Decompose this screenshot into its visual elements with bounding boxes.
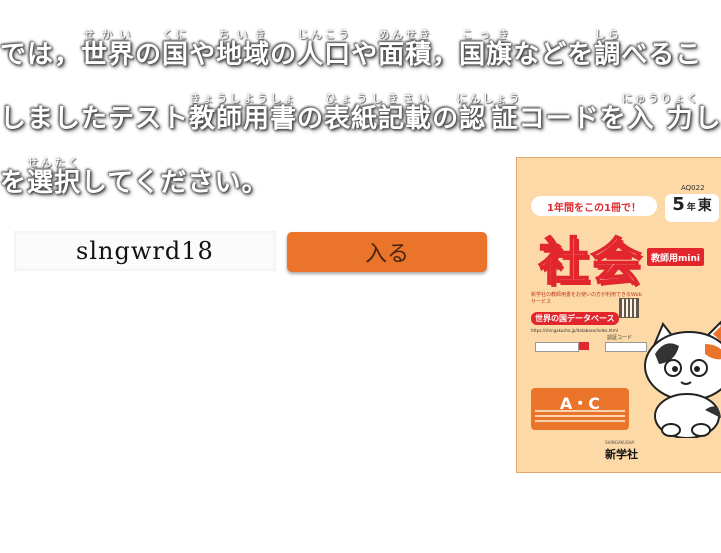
mini-input-icon bbox=[535, 342, 579, 352]
ruby-reading: めんせき bbox=[378, 28, 433, 41]
intro-text: の bbox=[135, 40, 163, 70]
ruby-reading: せかい bbox=[81, 28, 136, 41]
grade-unit: 年 bbox=[686, 203, 696, 213]
ruby-base: 選択 bbox=[27, 168, 82, 198]
intro-text: コードを bbox=[518, 104, 627, 134]
intro-text: や bbox=[351, 40, 379, 70]
publisher-sub-label: SHINGAKUSHA bbox=[605, 440, 635, 445]
url-text: https://shingakusha.jp/database/index.ht… bbox=[531, 328, 618, 333]
cover-banner: 1年間をこの1冊で！ bbox=[531, 196, 657, 216]
publisher-logo: 新学社 bbox=[605, 448, 638, 461]
ruby-word: 世界せかい bbox=[81, 28, 136, 70]
ruby-base: 国 bbox=[162, 40, 190, 70]
intro-line-3: を選択せんたくしてください。 bbox=[0, 156, 268, 199]
ruby-reading: にゅうりょく bbox=[621, 92, 700, 105]
grade-number: 5 bbox=[672, 194, 685, 215]
ruby-reading: じんこう bbox=[297, 28, 352, 41]
ruby-base: 面積 bbox=[378, 40, 433, 70]
intro-text: しましたテスト bbox=[0, 104, 190, 134]
ruby-word: 人口じんこう bbox=[297, 28, 352, 70]
ruby-reading: きょうしようしょ bbox=[189, 92, 298, 105]
intro-text: や bbox=[189, 40, 217, 70]
qr-code-icon bbox=[619, 298, 639, 318]
edition-label: 東 bbox=[697, 198, 712, 214]
subject-title: 社会 bbox=[538, 232, 643, 292]
database-name: 世界の国データベース bbox=[531, 312, 619, 325]
ruby-word: 入力にゅうりょく bbox=[622, 92, 699, 134]
ruby-reading: ひょうしきさい bbox=[324, 92, 433, 105]
ac-box: A・C bbox=[531, 388, 629, 430]
textbook-cover-image: AQ022 1年間をこの1冊で！ 5 年 東 社会 教師用mini 新学社の教師… bbox=[516, 157, 721, 473]
intro-text: してください。 bbox=[81, 168, 269, 198]
intro-line-2: しましたテスト教師用書きょうしようしょの表紙記載ひょうしきさいの認証にんしょうコ… bbox=[0, 92, 721, 135]
intro-text: を bbox=[0, 168, 28, 198]
enter-button[interactable]: 入る bbox=[287, 232, 487, 272]
ruby-base: 表紙記載 bbox=[324, 104, 433, 134]
ruby-base: 地域 bbox=[216, 40, 271, 70]
ruby-base: 調 bbox=[594, 40, 622, 70]
ruby-reading: ちいき bbox=[216, 28, 271, 41]
product-code: AQ022 bbox=[681, 184, 705, 192]
ruby-reading: せんたく bbox=[27, 156, 82, 169]
ruby-word: 表紙記載ひょうしきさい bbox=[324, 92, 433, 134]
ruby-base: 国旗 bbox=[459, 40, 514, 70]
ruby-word: 選択せんたく bbox=[27, 156, 82, 198]
ruby-base: 入力 bbox=[621, 104, 700, 134]
ruby-base: 世界 bbox=[81, 40, 136, 70]
intro-text: では， bbox=[0, 40, 82, 70]
auth-code-input[interactable] bbox=[14, 231, 276, 271]
ruby-word: 地域ちいき bbox=[216, 28, 271, 70]
teacher-edition-label: 教師用mini bbox=[647, 248, 704, 266]
ruby-word: 国くに bbox=[162, 28, 190, 70]
intro-text: の bbox=[270, 40, 298, 70]
ruby-word: 調しら bbox=[594, 28, 622, 70]
intro-text: し， bbox=[694, 104, 721, 134]
grade-badge: 5 年 東 bbox=[665, 194, 719, 222]
intro-text: などを bbox=[513, 40, 595, 70]
mini-button-icon bbox=[579, 342, 589, 350]
ac-text-lines bbox=[535, 410, 625, 425]
ruby-reading: にんしょう bbox=[456, 92, 522, 105]
ruby-reading: こっき bbox=[459, 28, 514, 41]
ruby-base: 教師用書 bbox=[189, 104, 298, 134]
intro-text: の bbox=[297, 104, 325, 134]
ruby-word: 認証にんしょう bbox=[456, 92, 522, 134]
ruby-reading: くに bbox=[162, 28, 190, 41]
ruby-reading: しら bbox=[594, 28, 622, 41]
intro-line-1: では，世界せかいの国くにや地域ちいきの人口じんこうや面積めんせき，国旗こっきなど… bbox=[0, 28, 702, 71]
ruby-base: 認証 bbox=[456, 104, 522, 134]
cat-mascot-icon bbox=[644, 320, 721, 438]
code-label: 認証コード bbox=[607, 335, 633, 341]
ruby-base: 人口 bbox=[297, 40, 352, 70]
ruby-word: 教師用書きょうしようしょ bbox=[189, 92, 298, 134]
cover-form-illustration: 認証コード bbox=[535, 335, 647, 352]
ruby-word: 国旗こっき bbox=[459, 28, 514, 70]
ruby-word: 面積めんせき bbox=[378, 28, 433, 70]
intro-text: べるこ bbox=[621, 40, 703, 70]
intro-text: ， bbox=[432, 40, 460, 70]
